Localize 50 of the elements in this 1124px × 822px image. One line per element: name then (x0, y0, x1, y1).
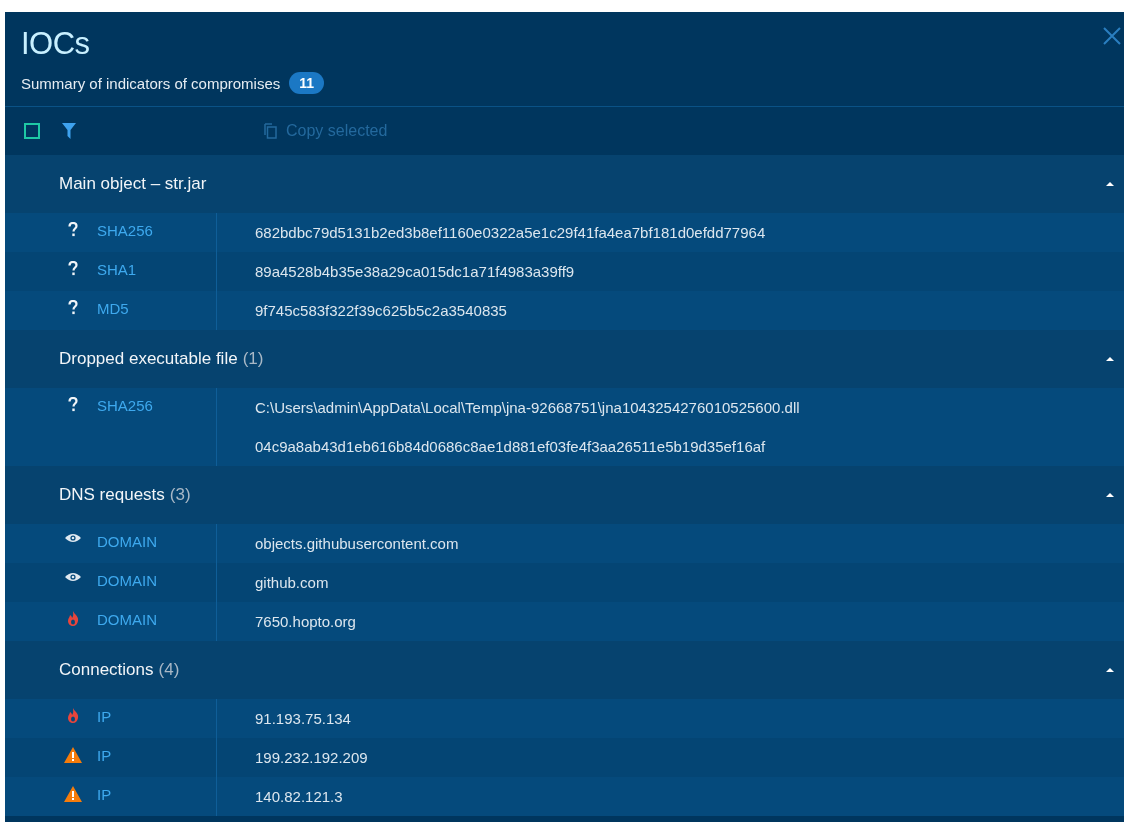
ioc-value: 199.232.192.209 (255, 748, 368, 768)
question-mark-icon (68, 222, 78, 237)
caret-up-icon[interactable] (1106, 668, 1114, 672)
ioc-type: IP (97, 747, 112, 764)
section-header[interactable]: Connections (4) (5, 641, 1124, 699)
filter-icon[interactable] (62, 123, 76, 139)
ioc-type: SHA256 (97, 222, 153, 239)
ioc-type: DOMAIN (97, 611, 157, 628)
warning-icon (64, 786, 82, 802)
section-header[interactable]: Main object – str.jar (5, 155, 1124, 213)
caret-up-icon[interactable] (1106, 182, 1114, 186)
ioc-value: 7650.hopto.org (255, 612, 356, 632)
ioc-value: github.com (255, 573, 329, 593)
ioc-value: objects.githubusercontent.com (255, 534, 459, 554)
ioc-type: SHA256 (97, 397, 153, 414)
eye-icon (65, 572, 81, 582)
ioc-type: DOMAIN (97, 533, 157, 550)
section-title: Connections (4) (59, 660, 180, 680)
warning-icon (64, 747, 82, 763)
eye-icon (65, 533, 81, 543)
fire-icon (67, 611, 79, 626)
window-title: IOCs (21, 26, 91, 62)
ioc-value: 9f745c583f322f39c625b5c2a3540835 (255, 301, 507, 321)
ioc-value: 140.82.121.3 (255, 787, 343, 807)
section-header[interactable]: Dropped executable file (1) (5, 330, 1124, 388)
ioc-value: 682bdbc79d5131b2ed3b8ef1160e0322a5e1c29f41fa4ea7bf181d0efdd77964 (255, 223, 766, 243)
ioc-value: 04c9a8ab43d1eb616b84d0686c8ae1d881ef03fe4f3aa26511e5b19d35ef16af (255, 437, 767, 457)
ioc-value: C:\Users\admin\AppData\Local\Temp\jna-92668751\jna1043254276010525600.dll (255, 398, 800, 418)
question-mark-icon (68, 261, 78, 276)
copy-icon (262, 123, 278, 139)
section-title: Dropped executable file (1) (59, 349, 264, 369)
ioc-type: IP (97, 708, 112, 725)
caret-up-icon[interactable] (1106, 357, 1114, 361)
ioc-value: 89a4528b4b35e38a29ca015dc1a71f4983a39ff9 (255, 262, 575, 282)
question-mark-icon (68, 397, 78, 412)
ioc-type: DOMAIN (97, 572, 157, 589)
ioc-type: SHA1 (97, 261, 137, 278)
count-badge: 11 (289, 72, 325, 94)
section-title: DNS requests (3) (59, 485, 191, 505)
ioc-value: 91.193.75.134 (255, 709, 351, 729)
section-header[interactable]: DNS requests (3) (5, 466, 1124, 524)
subtitle: Summary of indicators of compromises (21, 74, 281, 92)
ioc-type: IP (97, 786, 112, 803)
close-icon[interactable] (1102, 26, 1122, 46)
caret-up-icon[interactable] (1106, 493, 1114, 497)
ioc-type: MD5 (97, 300, 129, 317)
section-title: Main object – str.jar (59, 174, 207, 194)
fire-icon (67, 708, 79, 723)
question-mark-icon (68, 300, 78, 315)
select-all-checkbox[interactable] (24, 123, 40, 139)
